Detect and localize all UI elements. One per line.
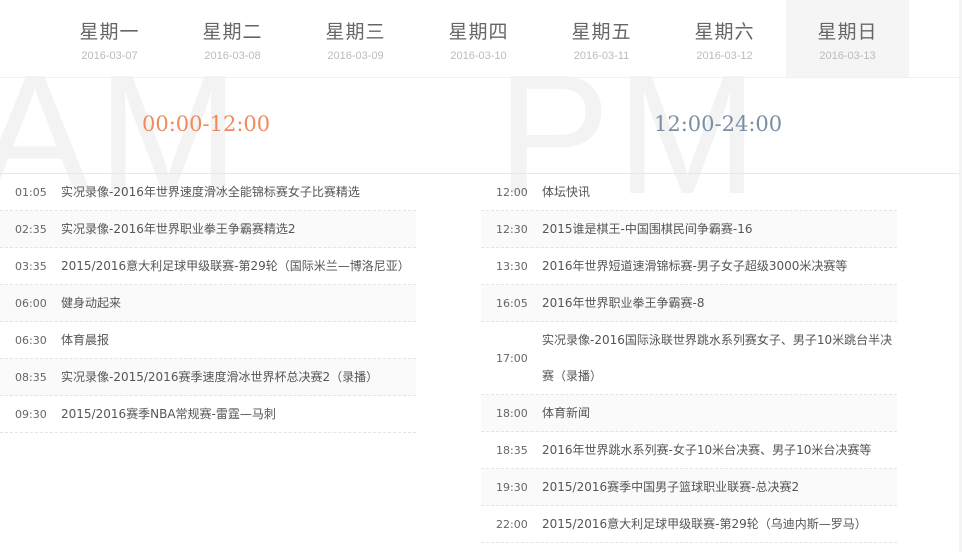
schedule-row: 17:00 实况录像-2016国际泳联世界跳水系列赛女子、男子10米跳台半决赛（… xyxy=(481,322,897,395)
schedule-title: 实况录像-2015/2016赛季速度滑冰世界杯总决赛2（录播） xyxy=(61,370,379,384)
schedule-row: 12:30 2015谁是棋王-中国围棋民间争霸赛-16 xyxy=(481,211,897,248)
tabs-divider xyxy=(0,77,962,78)
schedule-row: 18:35 2016年世界跳水系列赛-女子10米台决赛、男子10米台决赛等 xyxy=(481,432,897,469)
schedule-title: 体育新闻 xyxy=(542,406,591,420)
tab-date-label: 2016-03-09 xyxy=(327,50,384,62)
schedule-row: 06:30 体育晨报 xyxy=(0,322,416,359)
schedule-time: 02:35 xyxy=(15,222,47,236)
tab-day-label: 星期四 xyxy=(448,21,509,43)
schedule-title: 2016年世界跳水系列赛-女子10米台决赛、男子10米台决赛等 xyxy=(542,443,872,457)
schedule-row: 18:00 体育新闻 xyxy=(481,395,897,432)
schedule-time: 17:00 xyxy=(496,351,528,365)
schedule-time: 22:00 xyxy=(496,517,528,531)
tab-day-label: 星期一 xyxy=(79,21,140,43)
schedule-title: 2015谁是棋王-中国围棋民间争霸赛-16 xyxy=(542,222,753,236)
schedule-title: 2015/2016赛季中国男子篮球职业联赛-总决赛2 xyxy=(542,480,800,494)
schedule-title: 2015/2016意大利足球甲级联赛-第29轮（国际米兰—博洛尼亚） xyxy=(61,259,410,273)
schedule-time: 03:35 xyxy=(15,259,47,273)
schedule-title: 2015/2016意大利足球甲级联赛-第29轮（乌迪内斯—罗马） xyxy=(542,517,867,531)
schedule-row: 16:05 2016年世界职业拳王争霸赛-8 xyxy=(481,285,897,322)
tab-date-label: 2016-03-08 xyxy=(204,50,261,62)
tab-day-label: 星期日 xyxy=(817,21,878,43)
schedule-title: 2016年世界短道速滑锦标赛-男子女子超级3000米决赛等 xyxy=(542,259,848,273)
tab-day-label: 星期五 xyxy=(571,21,632,43)
schedule-time: 09:30 xyxy=(15,407,47,421)
schedule-time: 18:35 xyxy=(496,443,528,457)
schedule-title: 2015/2016赛季NBA常规赛-雷霆—马刺 xyxy=(61,407,276,421)
schedule-row: 22:00 2015/2016意大利足球甲级联赛-第29轮（乌迪内斯—罗马） xyxy=(481,506,897,543)
schedule-row: 08:35 实况录像-2015/2016赛季速度滑冰世界杯总决赛2（录播） xyxy=(0,359,416,396)
schedule-row: 03:35 2015/2016意大利足球甲级联赛-第29轮（国际米兰—博洛尼亚） xyxy=(0,248,416,285)
am-schedule-list: 01:05 实况录像-2016年世界速度滑冰全能锦标赛女子比赛精选 02:35 … xyxy=(0,174,416,433)
schedule-title: 体坛快讯 xyxy=(542,185,591,199)
am-time-range: 00:00-12:00 xyxy=(142,112,271,136)
tab-date-label: 2016-03-07 xyxy=(81,50,138,62)
schedule-time: 16:05 xyxy=(496,296,528,310)
tab-monday[interactable]: 星期一 2016-03-07 xyxy=(48,0,171,77)
schedule-time: 01:05 xyxy=(15,185,47,199)
schedule-row: 06:00 健身动起来 xyxy=(0,285,416,322)
tab-saturday[interactable]: 星期六 2016-03-12 xyxy=(663,0,786,77)
tab-sunday[interactable]: 星期日 2016-03-13 xyxy=(786,0,909,77)
day-tabs: 星期一 2016-03-07 星期二 2016-03-08 星期三 2016-0… xyxy=(48,0,961,77)
schedule-title: 2016年世界职业拳王争霸赛-8 xyxy=(542,296,705,310)
schedule-row: 12:00 体坛快讯 xyxy=(481,174,897,211)
schedule-time: 13:30 xyxy=(496,259,528,273)
schedule-time: 12:30 xyxy=(496,222,528,236)
pm-schedule-list: 12:00 体坛快讯 12:30 2015谁是棋王-中国围棋民间争霸赛-16 1… xyxy=(481,174,897,543)
tab-day-label: 星期三 xyxy=(325,21,386,43)
schedule-row: 13:30 2016年世界短道速滑锦标赛-男子女子超级3000米决赛等 xyxy=(481,248,897,285)
tab-day-label: 星期六 xyxy=(694,21,755,43)
schedule-row: 01:05 实况录像-2016年世界速度滑冰全能锦标赛女子比赛精选 xyxy=(0,174,416,211)
schedule-row: 02:35 实况录像-2016年世界职业拳王争霸赛精选2 xyxy=(0,211,416,248)
tab-date-label: 2016-03-13 xyxy=(819,50,876,62)
tab-date-label: 2016-03-11 xyxy=(573,50,630,62)
pm-time-range: 12:00-24:00 xyxy=(654,112,783,136)
schedule-title: 实况录像-2016国际泳联世界跳水系列赛女子、男子10米跳台半决赛（录播） xyxy=(542,333,893,383)
schedule-time: 19:30 xyxy=(496,480,528,494)
tab-friday[interactable]: 星期五 2016-03-11 xyxy=(540,0,663,77)
schedule-time: 18:00 xyxy=(496,406,528,420)
tab-tuesday[interactable]: 星期二 2016-03-08 xyxy=(171,0,294,77)
schedule-row: 09:30 2015/2016赛季NBA常规赛-雷霆—马刺 xyxy=(0,396,416,433)
tab-wednesday[interactable]: 星期三 2016-03-09 xyxy=(294,0,417,77)
schedule-row: 19:30 2015/2016赛季中国男子篮球职业联赛-总决赛2 xyxy=(481,469,897,506)
tab-day-label: 星期二 xyxy=(202,21,263,43)
schedule-time: 12:00 xyxy=(496,185,528,199)
schedule-time: 06:00 xyxy=(15,296,47,310)
tab-date-label: 2016-03-10 xyxy=(450,50,507,62)
tab-thursday[interactable]: 星期四 2016-03-10 xyxy=(417,0,540,77)
schedule-time: 08:35 xyxy=(15,370,47,384)
schedule-title: 实况录像-2016年世界职业拳王争霸赛精选2 xyxy=(61,222,296,236)
schedule-title: 实况录像-2016年世界速度滑冰全能锦标赛女子比赛精选 xyxy=(61,185,360,199)
tab-date-label: 2016-03-12 xyxy=(696,50,753,62)
schedule-time: 06:30 xyxy=(15,333,47,347)
schedule-title: 体育晨报 xyxy=(61,333,110,347)
schedule-title: 健身动起来 xyxy=(61,296,122,310)
